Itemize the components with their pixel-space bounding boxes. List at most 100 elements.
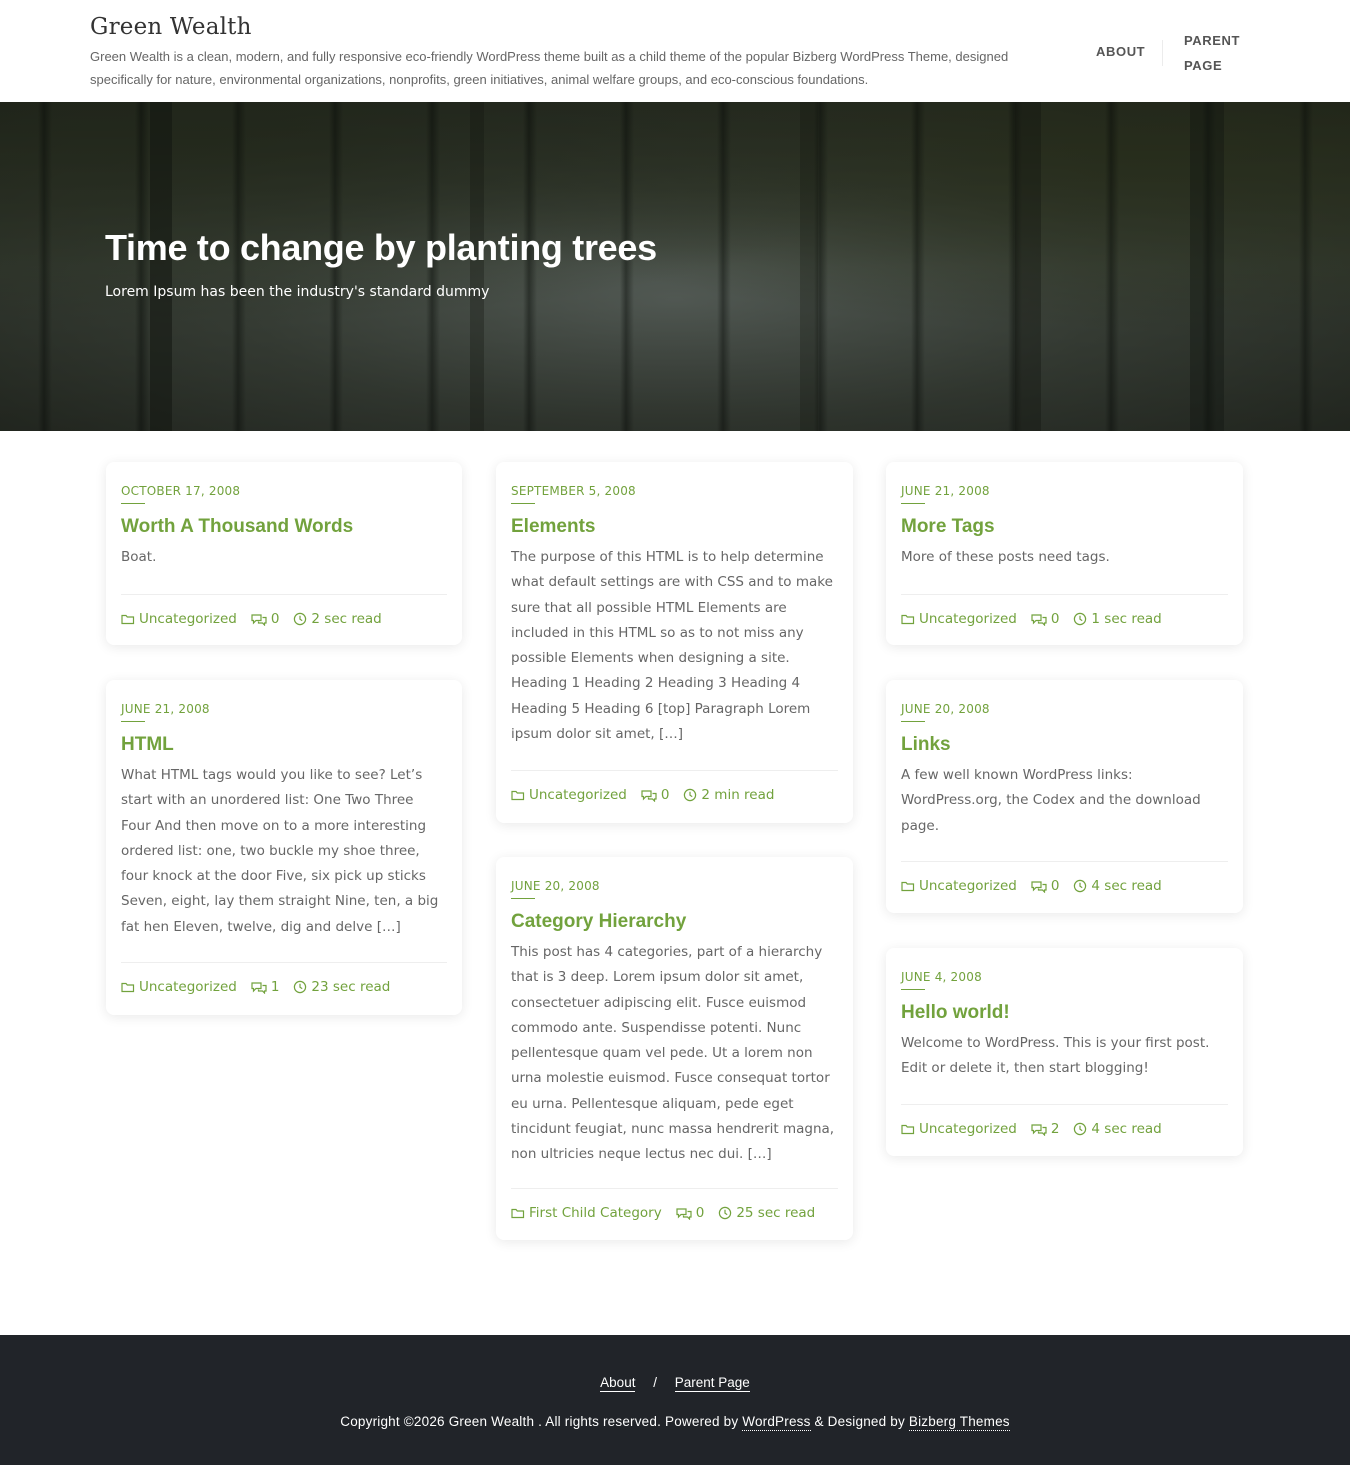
post-category[interactable]: First Child Category — [511, 1205, 662, 1221]
post-read-time-label: 1 sec read — [1091, 611, 1162, 627]
post-date[interactable]: October 17, 2008 — [121, 484, 240, 504]
hero-tree-trunk — [800, 102, 818, 431]
post-date[interactable]: September 5, 2008 — [511, 484, 636, 504]
nav-item-parent-page[interactable]: PARENT PAGE — [1184, 28, 1254, 78]
post-excerpt: More of these posts need tags. — [901, 549, 1110, 565]
post-comments-count: 0 — [1050, 878, 1060, 894]
post-read-time-label: 2 min read — [701, 787, 775, 803]
post-category-label: Uncategorized — [919, 878, 1017, 894]
post-category-label: Uncategorized — [139, 611, 237, 627]
designed-by-text: & Designed by — [814, 1414, 905, 1429]
post-date[interactable]: June 21, 2008 — [901, 484, 990, 504]
post-comments-count: 0 — [660, 787, 670, 803]
footer-nav: About / Parent Page — [0, 1375, 1350, 1392]
post-date[interactable]: June 4, 2008 — [901, 970, 982, 990]
hero-subtitle: Lorem Ipsum has been the industry's stan… — [105, 284, 490, 300]
post-comments[interactable]: 0 — [641, 787, 670, 803]
post-card: June 20, 2008 Links A few well known Wor… — [886, 680, 1243, 913]
post-meta: Uncategorized 0 2 sec read — [121, 594, 447, 627]
post-read-time-label: 23 sec read — [311, 979, 391, 995]
folder-icon — [901, 881, 915, 892]
folder-icon — [121, 614, 135, 625]
post-comments[interactable]: 2 — [1031, 1121, 1059, 1137]
post-card: June 21, 2008 More Tags More of these po… — [886, 462, 1243, 645]
post-read-time: 2 min read — [683, 787, 774, 803]
post-comments-count: 0 — [1050, 611, 1060, 627]
post-date[interactable]: June 21, 2008 — [121, 702, 210, 722]
post-comments[interactable]: 0 — [1031, 878, 1060, 894]
post-category[interactable]: Uncategorized — [901, 611, 1017, 627]
clock-icon — [1074, 879, 1087, 893]
post-category-label: Uncategorized — [529, 787, 627, 803]
post-read-time: 23 sec read — [293, 979, 390, 995]
post-comments[interactable]: 0 — [251, 611, 280, 627]
post-category[interactable]: Uncategorized — [511, 787, 627, 803]
post-meta: Uncategorized 0 1 sec read — [901, 594, 1228, 627]
post-category-label: Uncategorized — [139, 979, 237, 995]
post-comments-count: 0 — [695, 1205, 705, 1221]
copyright-text: Copyright ©2026 Green Wealth . All right… — [340, 1414, 739, 1429]
clock-icon — [1074, 1122, 1087, 1136]
post-card: June 20, 2008 Category Hierarchy This po… — [496, 857, 853, 1240]
post-comments[interactable]: 1 — [251, 979, 279, 995]
post-card: October 17, 2008 Worth A Thousand Words … — [106, 462, 462, 645]
post-excerpt: A few well known WordPress links: WordPr… — [901, 767, 1201, 834]
post-category[interactable]: Uncategorized — [121, 611, 237, 627]
post-category[interactable]: Uncategorized — [901, 1121, 1017, 1137]
site-description: Green Wealth is a clean, modern, and ful… — [90, 49, 1009, 87]
post-category-label: Uncategorized — [919, 611, 1017, 627]
post-category[interactable]: Uncategorized — [901, 878, 1017, 894]
clock-icon — [294, 980, 307, 994]
comments-icon — [1031, 613, 1047, 626]
post-title[interactable]: HTML — [121, 734, 447, 756]
post-title[interactable]: Elements — [511, 516, 838, 538]
folder-icon — [511, 1208, 525, 1219]
post-title[interactable]: More Tags — [901, 516, 1228, 538]
post-comments[interactable]: 0 — [676, 1205, 705, 1221]
post-title[interactable]: Hello world! — [901, 1002, 1228, 1024]
clock-icon — [1074, 612, 1087, 626]
post-meta: Uncategorized 0 2 min read — [511, 770, 838, 803]
post-meta: First Child Category 0 25 sec read — [511, 1188, 838, 1221]
post-category-label: First Child Category — [529, 1205, 662, 1221]
site-title[interactable]: Green Wealth — [90, 14, 252, 40]
folder-icon — [511, 790, 525, 801]
post-card: June 21, 2008 HTML What HTML tags would … — [106, 680, 462, 1015]
clock-icon — [684, 788, 697, 802]
post-comments-count: 0 — [270, 611, 280, 627]
post-read-time: 2 sec read — [293, 611, 382, 627]
hero-tree-trunk — [1015, 102, 1041, 431]
post-read-time: 4 sec read — [1073, 878, 1162, 894]
comments-icon — [641, 789, 657, 802]
bizberg-themes-link[interactable]: Bizberg Themes — [908, 1414, 1010, 1431]
post-meta: Uncategorized 2 4 sec read — [901, 1104, 1228, 1137]
post-read-time: 25 sec read — [718, 1205, 815, 1221]
post-read-time: 4 sec read — [1073, 1121, 1162, 1137]
nav-item-about[interactable]: ABOUT — [1096, 44, 1145, 59]
footer-link-parent-page[interactable]: Parent Page — [674, 1375, 750, 1392]
post-title[interactable]: Worth A Thousand Words — [121, 516, 447, 538]
post-date[interactable]: June 20, 2008 — [511, 879, 600, 899]
clock-icon — [294, 612, 307, 626]
post-title[interactable]: Category Hierarchy — [511, 911, 838, 933]
post-excerpt: Boat. — [121, 549, 157, 565]
post-read-time-label: 4 sec read — [1091, 1121, 1162, 1137]
footer-copyright: Copyright ©2026 Green Wealth . All right… — [0, 1414, 1350, 1431]
post-title[interactable]: Links — [901, 734, 1228, 756]
post-category[interactable]: Uncategorized — [121, 979, 237, 995]
post-meta: Uncategorized 1 23 sec read — [121, 962, 447, 995]
footer-link-about[interactable]: About — [600, 1375, 636, 1392]
comments-icon — [1031, 880, 1047, 893]
post-excerpt: The purpose of this HTML is to help dete… — [511, 549, 833, 743]
post-meta: Uncategorized 0 4 sec read — [901, 861, 1228, 894]
comments-icon — [1031, 1123, 1047, 1136]
post-date[interactable]: June 20, 2008 — [901, 702, 990, 722]
wordpress-link[interactable]: WordPress — [742, 1414, 811, 1431]
post-read-time-label: 25 sec read — [736, 1205, 816, 1221]
post-comments[interactable]: 0 — [1031, 611, 1060, 627]
post-card: June 4, 2008 Hello world! Welcome to Wor… — [886, 948, 1243, 1156]
post-category-label: Uncategorized — [919, 1121, 1017, 1137]
folder-icon — [901, 614, 915, 625]
comments-icon — [251, 981, 267, 994]
comments-icon — [251, 613, 267, 626]
